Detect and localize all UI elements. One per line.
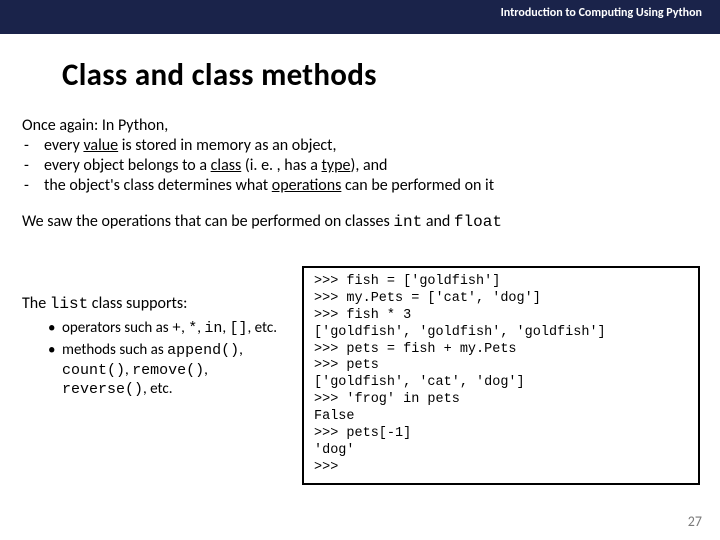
code-l10: >>> pets[-1] (314, 426, 411, 441)
code-l1: >>> fish = ['goldfish'] (314, 274, 500, 289)
sb2-m1: append() (167, 342, 239, 359)
sub-bullets: operators such as +, *, in, [], etc. met… (48, 319, 292, 400)
sb2-m3: remove() (132, 362, 204, 379)
sb1-m2: * (188, 320, 197, 337)
sb2-c3: , (204, 361, 208, 379)
b2-u: class (211, 156, 242, 175)
sb2-m4: reverse() (62, 381, 143, 398)
intro-lead: Once again: In Python, (22, 116, 698, 136)
sb1-m3: in (204, 320, 222, 337)
sb1-c3: , (222, 319, 229, 337)
left-column: The list class supports: operators such … (22, 266, 302, 402)
bullet-2: - every object belongs to a class (i. e.… (22, 156, 698, 176)
b2-pre: every object belongs to a (44, 156, 211, 175)
p2-pre: We saw the operations that can be perfor… (22, 212, 393, 231)
sb1-post: , etc. (248, 319, 278, 337)
code-box: >>> fish = ['goldfish'] >>> my.Pets = ['… (302, 266, 700, 485)
p2-float: float (454, 213, 502, 231)
main-content: Once again: In Python, - every value is … (22, 116, 698, 232)
sb1-m1: + (172, 320, 181, 337)
code-l6: >>> pets (314, 358, 379, 373)
page-number: 27 (688, 513, 702, 530)
header-bar: Introduction to Computing Using Python (0, 0, 720, 34)
intro-bullets: - every value is stored in memory as an … (22, 136, 698, 196)
sb2-c1: , (239, 341, 243, 359)
b1-pre: every (44, 136, 83, 155)
code-l11: 'dog' (314, 443, 355, 458)
code-l4: ['goldfish', 'goldfish', 'goldfish'] (314, 325, 606, 340)
b3-post: can be performed on it (341, 176, 494, 195)
supports-line: The list class supports: (22, 294, 292, 313)
code-l9: False (314, 409, 355, 424)
lower-section: The list class supports: operators such … (22, 266, 700, 485)
sb2-post: , etc. (143, 380, 173, 398)
bullet-1: - every value is stored in memory as an … (22, 136, 698, 156)
code-l3: >>> fish * 3 (314, 308, 411, 323)
dash-icon: - (22, 136, 44, 156)
p2-mid: and (422, 212, 454, 231)
bullet-2-text: every object belongs to a class (i. e. ,… (44, 156, 698, 176)
b3-pre: the object's class determines what (44, 176, 272, 195)
code-l5: >>> pets = fish + my.Pets (314, 342, 517, 357)
b3-u: operations (272, 176, 342, 195)
b2-mid: (i. e. , has a (241, 156, 321, 175)
bullet-1-text: every value is stored in memory as an ob… (44, 136, 698, 156)
sb2-pre: methods such as (62, 341, 167, 359)
b1-u: value (83, 136, 118, 155)
b2-u2: type (322, 156, 351, 175)
dash-icon: - (22, 156, 44, 176)
sup-post: class supports: (88, 294, 187, 313)
page-title: Class and class methods (62, 56, 720, 94)
p2-int: int (393, 213, 422, 231)
code-l2: >>> my.Pets = ['cat', 'dog'] (314, 291, 541, 306)
b1-post: is stored in memory as an object, (118, 136, 336, 155)
sb2-m2: count() (62, 362, 125, 379)
course-label: Introduction to Computing Using Python (501, 6, 702, 20)
code-l12: >>> (314, 460, 346, 475)
bullet-3: - the object's class determines what ope… (22, 176, 698, 196)
code-l7: ['goldfish', 'cat', 'dog'] (314, 375, 525, 390)
b2-post2: ), and (350, 156, 387, 175)
sb1-pre: operators such as (62, 319, 172, 337)
bullet-3-text: the object's class determines what opera… (44, 176, 698, 196)
sub-bullet-1: operators such as +, *, in, [], etc. (48, 319, 292, 339)
sup-pre: The (22, 294, 50, 313)
dash-icon: - (22, 176, 44, 196)
sb1-m4: [] (230, 320, 248, 337)
code-l8: >>> 'frog' in pets (314, 392, 460, 407)
paragraph-2: We saw the operations that can be perfor… (22, 212, 698, 232)
sub-bullet-2: methods such as append(), count(), remov… (48, 341, 292, 400)
sup-mono: list (50, 295, 88, 313)
